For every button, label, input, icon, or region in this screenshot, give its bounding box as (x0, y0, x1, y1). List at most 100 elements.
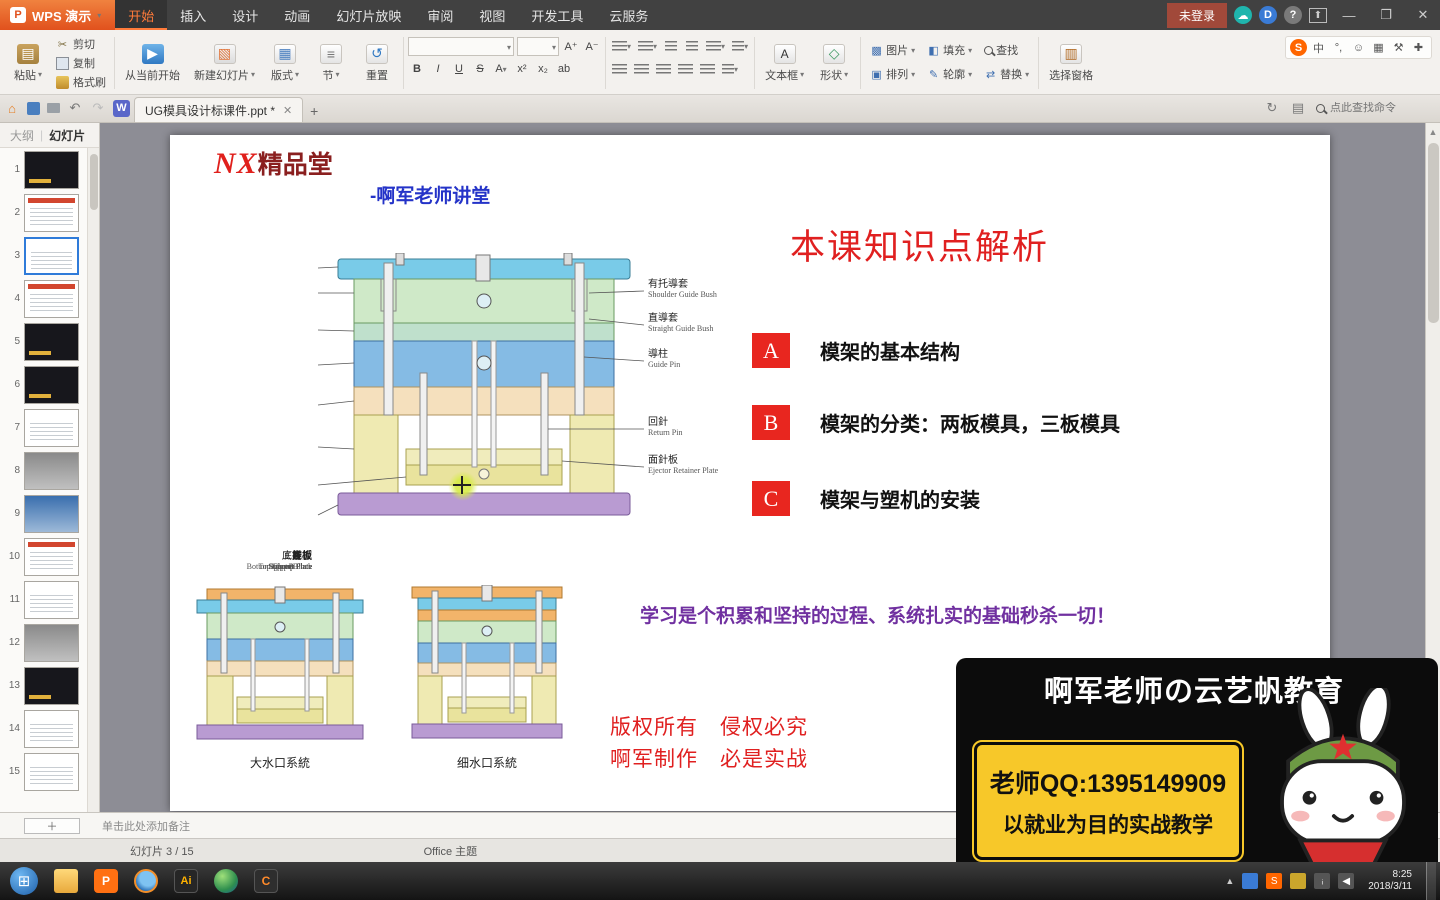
mold-structure-diagram[interactable]: 工字板 Top Clamp Plate A 板A Plate 推板 Stripper… (188, 252, 738, 570)
ime-toolbox-icon[interactable]: ⚒ (1390, 39, 1407, 56)
underline-button[interactable]: U (450, 60, 468, 78)
tab-insert[interactable]: 插入 (167, 0, 219, 30)
slide-thumbnail-5[interactable]: 5 (0, 320, 87, 363)
docer-icon[interactable]: D (1259, 6, 1277, 24)
home-icon[interactable]: ⌂ (4, 100, 20, 116)
justify-button[interactable] (676, 60, 695, 78)
decrease-font-button[interactable]: A⁻ (583, 37, 601, 55)
outline-button[interactable]: ✎ 轮廓 ▾ (922, 64, 977, 84)
slide-thumbnail-13[interactable]: 13 (0, 664, 87, 707)
sogou-icon[interactable]: S (1290, 39, 1307, 56)
network-icon[interactable]: ᵢ (1314, 873, 1331, 889)
picture-button[interactable]: ▩ 图片 ▾ (865, 40, 920, 60)
slide-thumbnail-10[interactable]: 10 (0, 535, 87, 578)
tab-devtools[interactable]: 开发工具 (518, 0, 596, 30)
strikethrough-button[interactable]: S (471, 60, 489, 78)
three-plate-mold-diagram[interactable]: 细水口系統 (402, 584, 572, 771)
tray-display-icon[interactable] (1242, 873, 1259, 889)
wps-writer-doc-icon[interactable]: W (113, 99, 130, 117)
show-desktop-button[interactable] (1426, 862, 1436, 900)
slide-thumbnail-7[interactable]: 7 (0, 406, 87, 449)
align-right-button[interactable] (654, 60, 673, 78)
text-direction-button[interactable]: ▾ (730, 37, 750, 55)
slide-thumbnail-3[interactable]: 3 (0, 234, 87, 277)
slide-thumbnail-6[interactable]: 6 (0, 363, 87, 406)
new-slide-button[interactable]: ▧ 新建幻灯片 ▾ (188, 34, 261, 92)
ime-wrench-icon[interactable]: ✚ (1410, 39, 1427, 56)
taskbar-illustrator[interactable]: Ai (167, 865, 205, 897)
format-painter-button[interactable]: 格式刷 (52, 73, 110, 91)
save-icon[interactable] (27, 101, 40, 115)
thumbnail-scrollbar[interactable] (87, 148, 99, 812)
tab-review[interactable]: 审阅 (414, 0, 466, 30)
document-tab[interactable]: UG模具设计标课件.ppt * ✕ (134, 97, 304, 122)
slides-tab[interactable]: 幻灯片 (49, 127, 85, 144)
superscript-button[interactable]: x² (513, 60, 531, 78)
subscript-button[interactable]: x₂ (534, 60, 552, 78)
start-button[interactable]: ⊞ (10, 867, 38, 895)
slide-thumbnail-4[interactable]: 4 (0, 277, 87, 320)
reset-button[interactable]: ↺ 重置 (355, 34, 399, 92)
increase-indent-button[interactable] (683, 37, 701, 55)
new-document-tab-button[interactable]: + (303, 100, 325, 122)
ime-emoji-icon[interactable]: ☺ (1350, 39, 1367, 56)
highlight-button[interactable]: ab (555, 60, 573, 78)
point-c[interactable]: C 模架与塑机的安装 (752, 481, 980, 516)
font-size-select[interactable]: ▾ (517, 36, 560, 56)
slide-thumbnail-12[interactable]: 12 (0, 621, 87, 664)
section-button[interactable]: ≡ 节 ▾ (309, 34, 353, 92)
taskbar-coreldraw[interactable]: C (247, 865, 285, 897)
slide-thumbnail-1[interactable]: 1 (0, 148, 87, 191)
outline-tab[interactable]: 大纲 (10, 127, 34, 144)
bullets-button[interactable]: ▾ (610, 37, 633, 55)
copy-button[interactable]: 复制 (52, 54, 110, 72)
close-button[interactable]: ✕ (1408, 7, 1438, 23)
lecture-subtitle[interactable]: -啊军老师讲堂 (370, 181, 490, 208)
align-left-button[interactable] (610, 60, 629, 78)
minimize-button[interactable]: — (1334, 8, 1364, 23)
print-icon[interactable] (47, 103, 60, 113)
tray-sogou-icon[interactable]: S (1266, 873, 1283, 889)
replace-button[interactable]: ⇄ 替换 ▾ (979, 64, 1034, 84)
tab-cloud[interactable]: 云服务 (596, 0, 661, 30)
command-search[interactable] (1316, 102, 1430, 114)
slide-thumbnail-11[interactable]: 11 (0, 578, 87, 621)
login-button[interactable]: 未登录 (1166, 2, 1227, 28)
distribute-button[interactable] (698, 60, 717, 78)
line-spacing-button[interactable]: ▾ (704, 37, 727, 55)
slide-thumbnail-8[interactable]: 8 (0, 449, 87, 492)
point-a[interactable]: A 模架的基本结构 (752, 333, 960, 368)
layout-button[interactable]: ▦ 版式 ▾ (263, 34, 307, 92)
selection-pane-button[interactable]: ▥ 选择窗格 (1043, 34, 1099, 92)
motto-text[interactable]: 学习是个积累和坚持的过程、系统扎实的基础秒杀一切！ (640, 601, 1115, 628)
brand-logo[interactable]: NX精品堂 (214, 145, 333, 181)
bold-button[interactable]: B (408, 60, 426, 78)
point-b[interactable]: B 模架的分类：两板模具，三板模具 (752, 405, 1120, 440)
slide-thumbnail-15[interactable]: 15 (0, 750, 87, 793)
increase-font-button[interactable]: A⁺ (562, 37, 580, 55)
ime-keyboard-icon[interactable]: ▦ (1370, 39, 1387, 56)
undo-icon[interactable]: ↶ (67, 100, 83, 116)
tab-view[interactable]: 视图 (466, 0, 518, 30)
decrease-indent-button[interactable] (662, 37, 680, 55)
slide-thumbnail-2[interactable]: 2 (0, 191, 87, 234)
tab-slideshow[interactable]: 幻灯片放映 (323, 0, 414, 30)
textbox-button[interactable]: A 文本框 ▾ (759, 34, 810, 92)
align-center-button[interactable] (632, 60, 651, 78)
redo-icon[interactable]: ↷ (90, 100, 106, 116)
cut-button[interactable]: ✂ 剪切 (52, 35, 110, 53)
notes-placeholder[interactable]: 单击此处添加备注 (102, 818, 190, 834)
slide-title[interactable]: 本课知识点解析 (790, 219, 1049, 270)
ime-punctuation[interactable]: °, (1330, 39, 1347, 56)
close-document-icon[interactable]: ✕ (283, 104, 292, 117)
taskbar-explorer[interactable] (47, 865, 85, 897)
taskbar-sphere-app[interactable] (207, 865, 245, 897)
command-search-input[interactable] (1330, 102, 1430, 114)
copyright-line-1[interactable]: 版权所有 侵权必究 (610, 711, 808, 741)
taskbar-wps[interactable]: P (87, 865, 125, 897)
app-logo[interactable]: P WPS 演示 ▾ (0, 0, 116, 30)
scroll-up-icon[interactable]: ▲ (1426, 127, 1440, 137)
italic-button[interactable]: I (429, 60, 447, 78)
font-color-button[interactable]: A ▾ (492, 60, 510, 78)
paste-button[interactable]: ▤ 粘贴 ▾ (6, 34, 50, 92)
